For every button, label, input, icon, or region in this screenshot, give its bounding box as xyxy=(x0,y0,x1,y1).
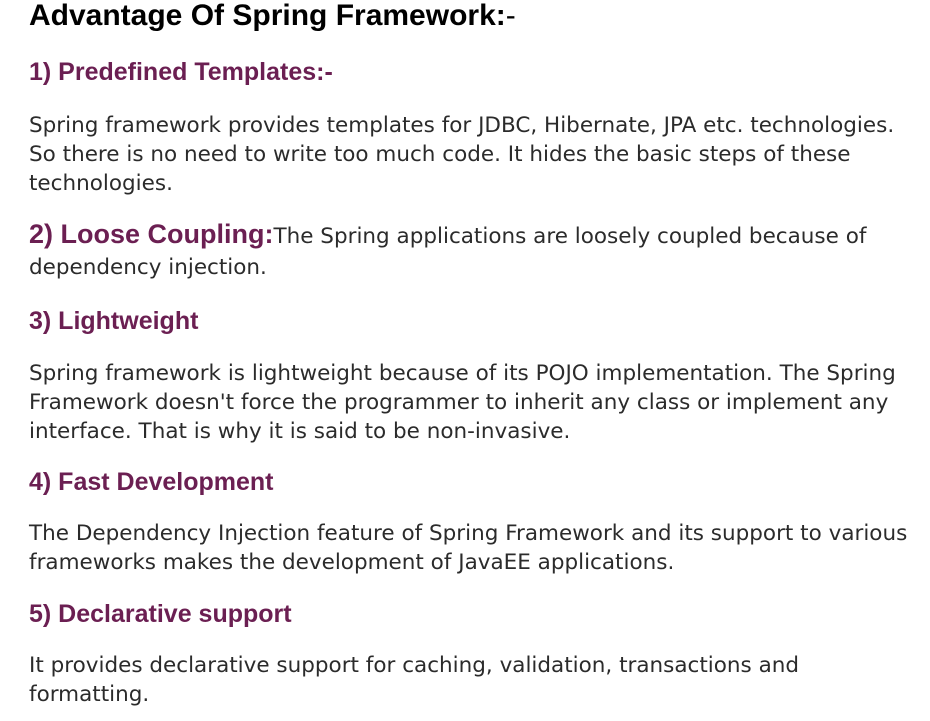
section-heading-loose-coupling: 2) Loose Coupling: xyxy=(29,219,274,249)
page-title: Advantage Of Spring Framework:- xyxy=(29,0,516,36)
document-page: Advantage Of Spring Framework:- 1) Prede… xyxy=(0,0,930,721)
section-text-declarative-support: It provides declarative support for cach… xyxy=(29,653,800,707)
section-text-lightweight: Spring framework is lightweight because … xyxy=(29,361,896,444)
page-title-suffix: - xyxy=(505,0,516,32)
section-loose-coupling: 2) Loose Coupling:The Spring application… xyxy=(29,219,919,283)
section-heading-predefined-templates: 1) Predefined Templates:- xyxy=(29,58,333,86)
section-heading-fast-development: 4) Fast Development xyxy=(29,468,274,496)
section-heading-lightweight: 3) Lightweight xyxy=(29,307,199,335)
section-text-fast-development: The Dependency Injection feature of Spri… xyxy=(29,521,908,575)
section-heading-declarative-support: 5) Declarative support xyxy=(29,600,292,628)
section-text-predefined-templates: Spring framework provides templates for … xyxy=(29,113,895,196)
page-title-text: Advantage Of Spring Framework: xyxy=(29,0,506,32)
